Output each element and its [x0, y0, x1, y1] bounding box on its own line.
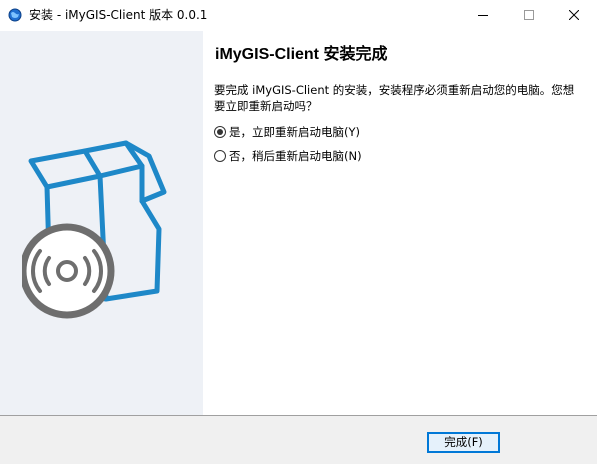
window-title: 安装 - iMyGIS-Client 版本 0.0.1 — [29, 8, 208, 22]
disc-shape — [22, 223, 115, 319]
finish-button[interactable]: 完成(F) — [427, 432, 500, 453]
restart-description: 要完成 iMyGIS-Client 的安装，安装程序必须重新启动您的电脑。您想要… — [214, 83, 575, 113]
restart-now-option[interactable]: 是，立即重新启动电脑(Y) — [214, 123, 360, 141]
installer-globe-icon — [8, 8, 22, 22]
radio-selected-icon[interactable] — [214, 126, 226, 138]
restart-later-option[interactable]: 否，稍后重新启动电脑(N) — [214, 147, 362, 165]
wizard-side-panel — [0, 31, 203, 416]
restart-later-label[interactable]: 否，稍后重新启动电脑(N) — [229, 148, 362, 164]
minimize-button[interactable] — [460, 0, 506, 30]
title-bar: 安装 - iMyGIS-Client 版本 0.0.1 — [0, 0, 597, 30]
radio-unselected-icon[interactable] — [214, 150, 226, 162]
maximize-icon — [524, 10, 534, 20]
page-title: iMyGIS-Client 安装完成 — [215, 46, 388, 63]
maximize-button[interactable] — [506, 0, 552, 30]
close-button[interactable] — [551, 0, 597, 30]
restart-now-label[interactable]: 是，立即重新启动电脑(Y) — [229, 124, 360, 140]
footer-bar — [0, 416, 597, 464]
close-icon — [569, 10, 579, 20]
software-box-disc-icon — [22, 140, 167, 319]
minimize-icon — [478, 15, 488, 16]
